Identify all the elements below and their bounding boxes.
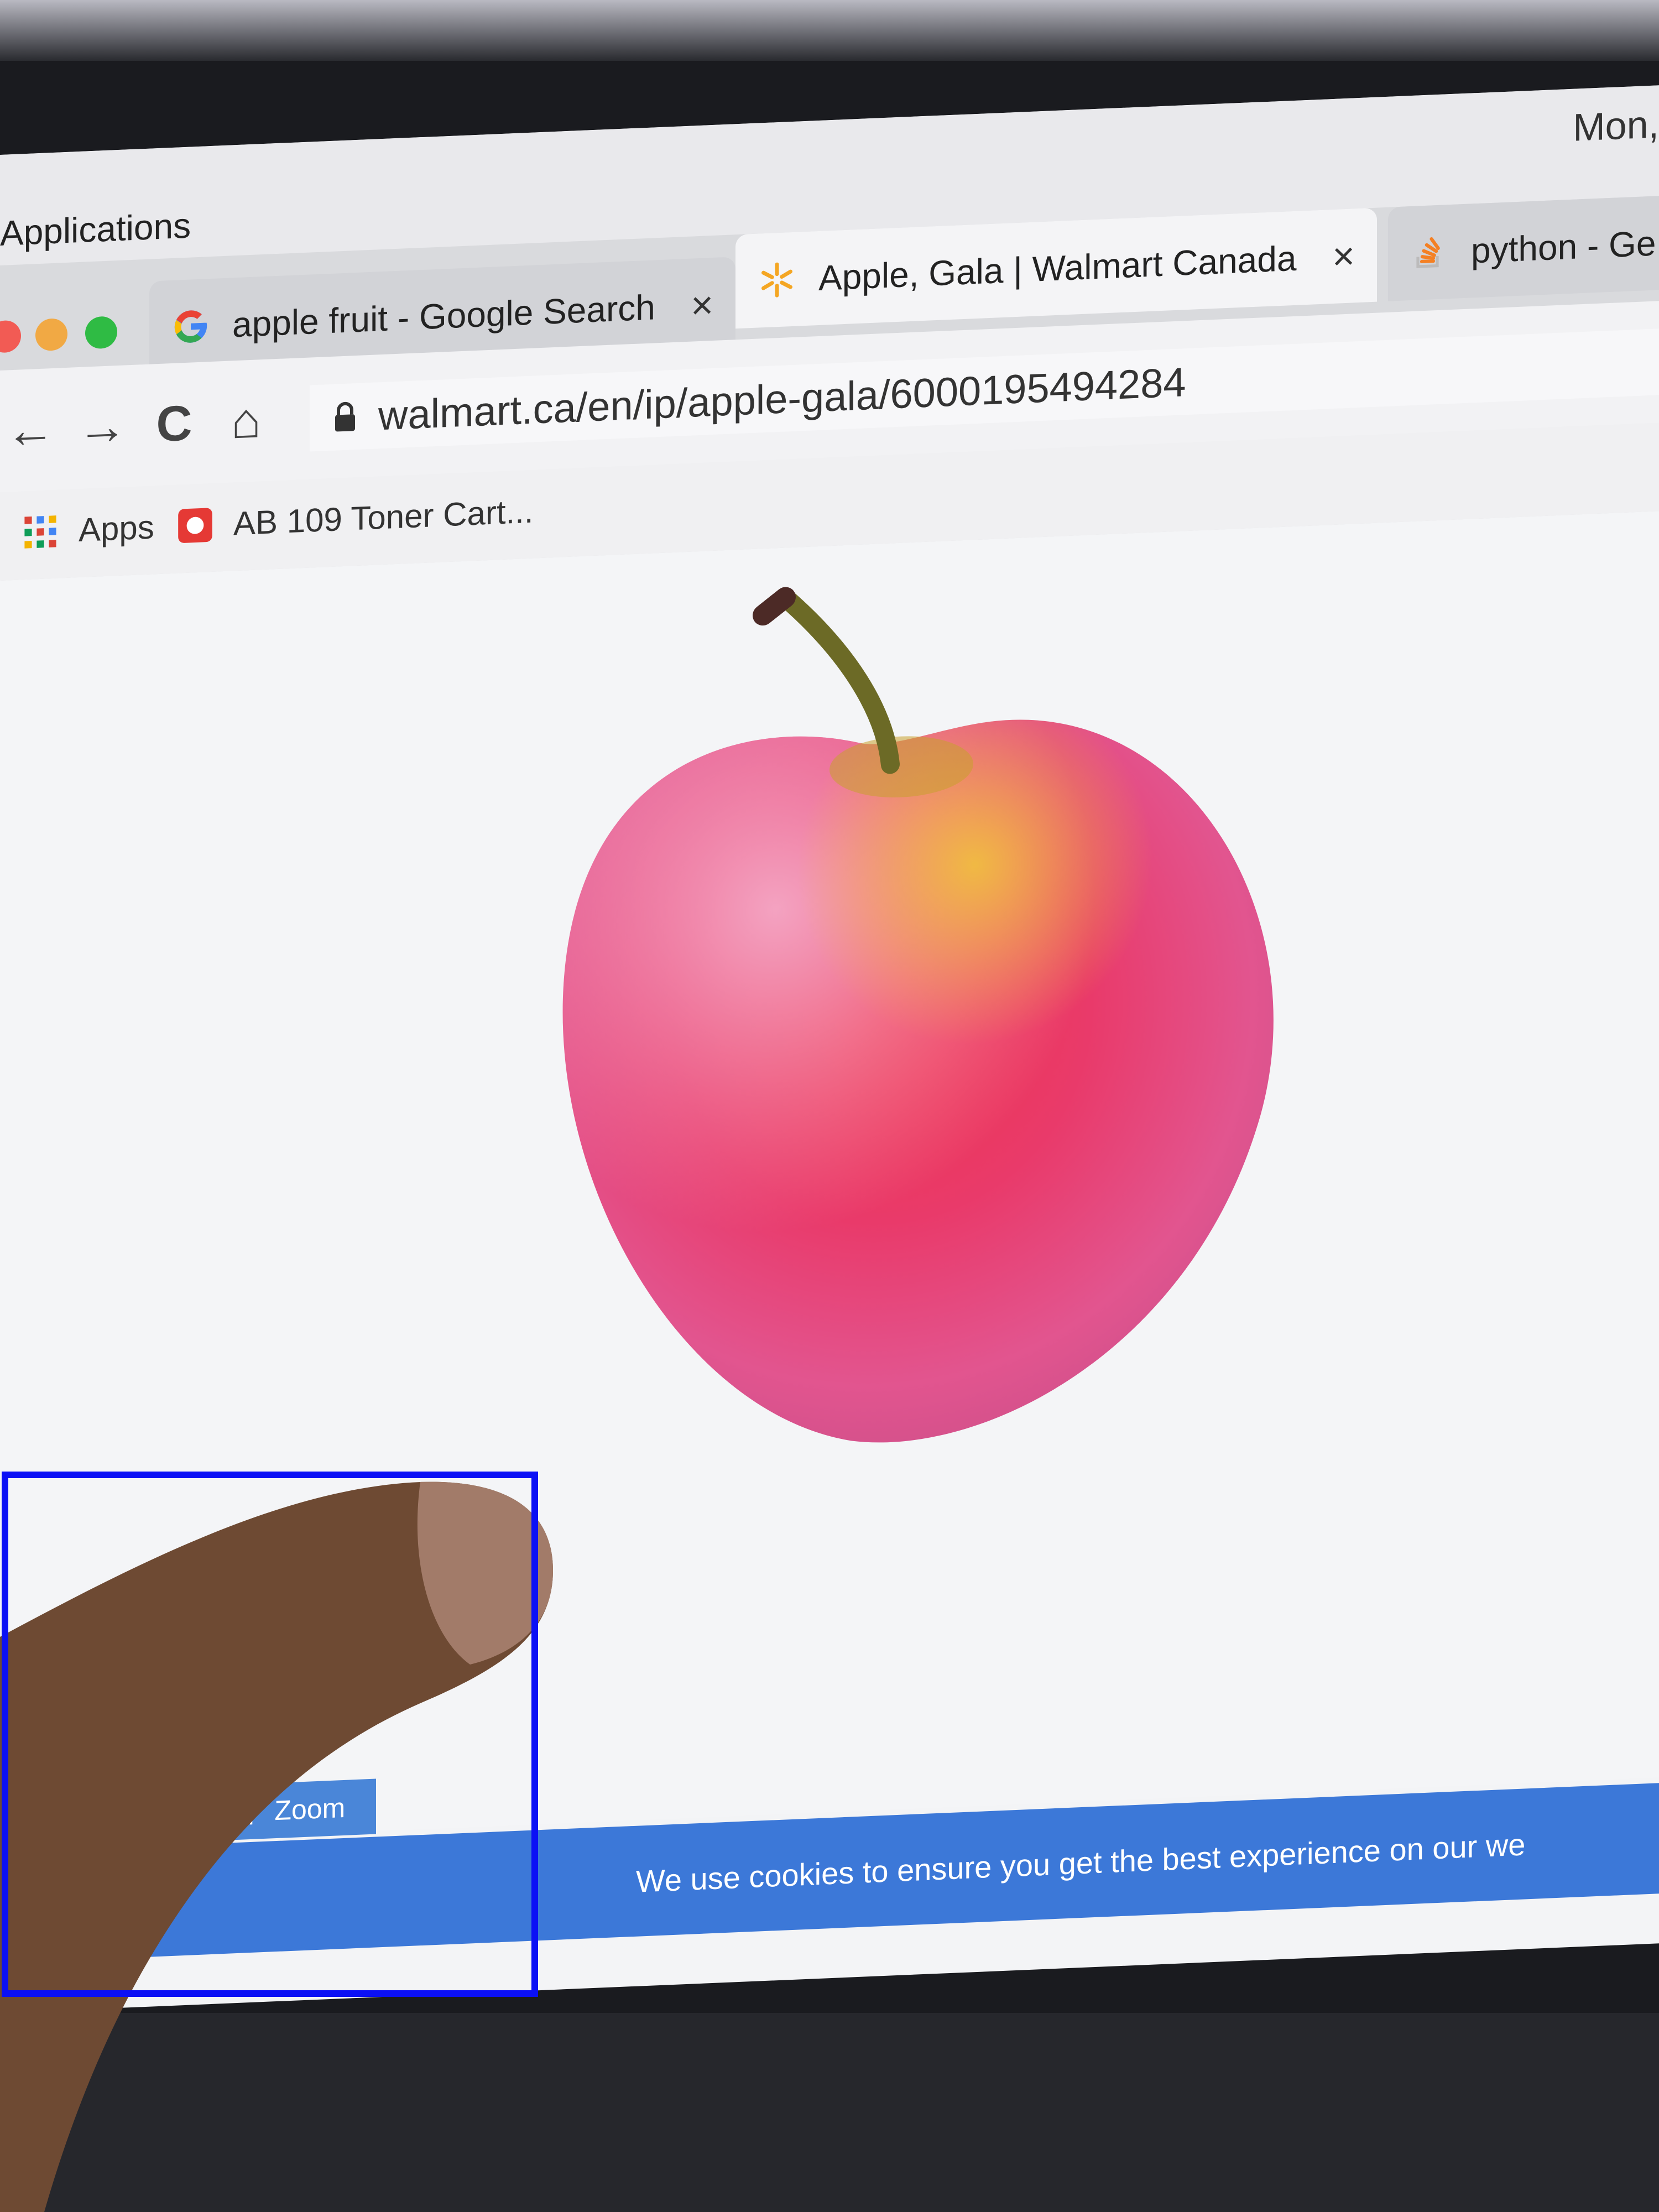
annotation-box (2, 1472, 538, 1997)
bookmark-apps[interactable]: Apps (22, 508, 154, 551)
back-button[interactable]: ← (0, 398, 61, 462)
bookmark-label: Apps (79, 508, 154, 549)
close-icon[interactable]: × (1332, 233, 1355, 279)
tab-title: Apple, Gala | Walmart Canada (818, 238, 1297, 298)
cookie-banner-text: We use cookies to ensure you get the bes… (636, 1826, 1526, 1899)
close-icon[interactable]: × (691, 283, 713, 328)
tab-title: apple fruit - Google Search (232, 287, 655, 345)
home-button[interactable]: ⌂ (216, 389, 276, 453)
bookmark-ab-109-toner[interactable]: AB 109 Toner Cart... (177, 492, 534, 545)
apps-grid-icon (24, 515, 56, 549)
lock-icon (335, 401, 355, 432)
monitor-bezel-top (0, 0, 1659, 61)
google-g-icon (174, 310, 207, 343)
system-clock: Mon, (1573, 102, 1659, 149)
bookmark-favicon-icon (178, 508, 212, 543)
bookmark-label: AB 109 Toner Cart... (233, 492, 534, 542)
tab-python[interactable]: python - Ge (1388, 194, 1659, 301)
walmart-spark-icon (761, 262, 792, 298)
forward-button[interactable]: → (72, 395, 133, 459)
reload-button[interactable]: C (144, 392, 205, 456)
apple-product-image[interactable] (398, 525, 1338, 1604)
applications-menu[interactable]: Applications (0, 205, 191, 254)
tab-title: python - Ge (1471, 223, 1656, 271)
stackoverflow-icon (1416, 237, 1440, 268)
